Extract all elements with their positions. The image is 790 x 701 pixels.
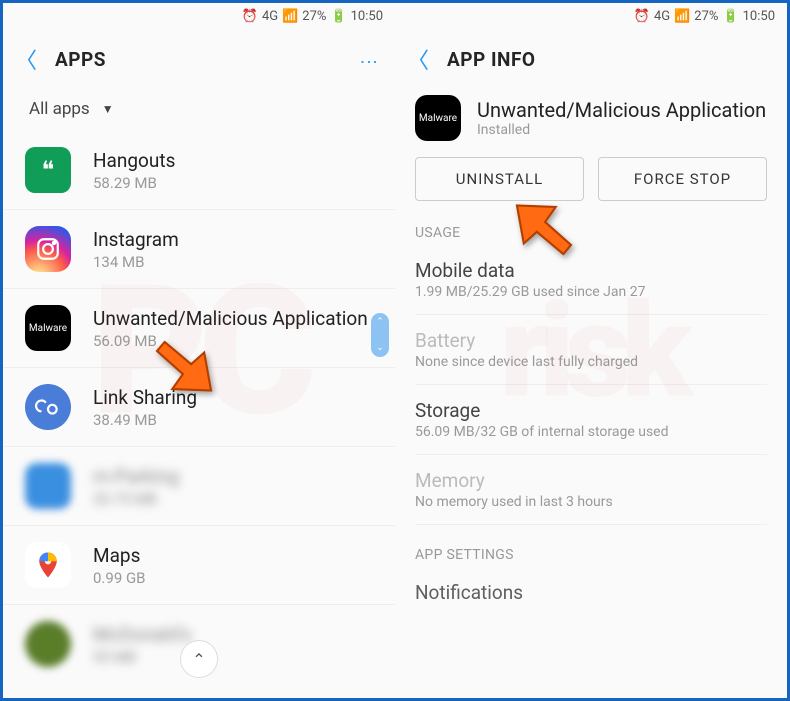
memory-row[interactable]: Memory No memory used in last 3 hours xyxy=(415,455,767,525)
signal-icon: 📶 xyxy=(282,9,298,24)
notifications-row[interactable]: Notifications xyxy=(415,567,767,604)
info-title: Notifications xyxy=(415,581,767,604)
app-size: 56.09 MB xyxy=(93,332,368,350)
chevron-down-icon: ⌄ xyxy=(376,343,384,353)
app-name: Hangouts xyxy=(93,149,175,172)
back-icon[interactable]: 〈 xyxy=(407,43,429,75)
chevron-up-icon: ⌃ xyxy=(192,650,205,669)
battery-row[interactable]: Battery None since device last fully cha… xyxy=(415,315,767,385)
clock: 10:50 xyxy=(743,9,775,24)
status-bar: ⏰ 4G 📶 27% 🔋 10:50 xyxy=(3,3,395,29)
app-row-hangouts[interactable]: ❝ Hangouts 58.29 MB xyxy=(3,131,395,210)
app-name: Unwanted/Malicious Application xyxy=(477,98,766,122)
info-sub: No memory used in last 3 hours xyxy=(415,494,767,510)
app-size: 20.75 MB xyxy=(93,490,179,508)
network-label: 4G xyxy=(262,9,278,24)
action-buttons: UNINSTALL FORCE STOP xyxy=(395,157,787,217)
info-title: Memory xyxy=(415,469,767,492)
maps-icon xyxy=(25,542,71,588)
back-icon[interactable]: 〈 xyxy=(15,43,37,75)
app-settings-label: APP SETTINGS xyxy=(395,539,787,567)
app-status: Installed xyxy=(477,122,766,138)
app-name: Unwanted/Malicious Application xyxy=(93,307,368,330)
scroll-indicator[interactable]: ⌃ ⌄ xyxy=(371,313,389,357)
mobile-data-row[interactable]: Mobile data 1.99 MB/25.29 GB used since … xyxy=(415,245,767,315)
app-size: 58.29 MB xyxy=(93,174,175,192)
app-row-malicious[interactable]: Malware Unwanted/Malicious Application 5… xyxy=(3,289,395,368)
app-row-maps[interactable]: Maps 0.99 GB xyxy=(3,526,395,605)
blurred-app-icon xyxy=(25,621,71,667)
app-row-instagram[interactable]: Instagram 134 MB xyxy=(3,210,395,289)
malware-icon: Malware xyxy=(415,95,461,141)
app-list: ❝ Hangouts 58.29 MB Instagram 134 MB Mal… xyxy=(3,131,395,698)
link-sharing-icon xyxy=(25,384,71,430)
apps-header: 〈 APPS ⋮ xyxy=(3,29,395,89)
info-sub: 1.99 MB/25.29 GB used since Jan 27 xyxy=(415,284,767,300)
hangouts-icon: ❝ xyxy=(25,147,71,193)
app-size: 55 MB xyxy=(93,648,191,666)
filter-label: All apps xyxy=(29,99,90,119)
clock: 10:50 xyxy=(351,9,383,24)
page-title: APP INFO xyxy=(447,48,771,71)
app-name: McDonald's xyxy=(93,623,191,646)
appinfo-header: 〈 APP INFO xyxy=(395,29,787,89)
battery-icon: 🔋 xyxy=(330,9,346,24)
chevron-up-icon: ⌃ xyxy=(376,317,384,327)
alarm-icon: ⏰ xyxy=(242,9,258,24)
app-name: Instagram xyxy=(93,228,179,251)
app-row-blurred[interactable]: m-Parking 20.75 MB xyxy=(3,447,395,526)
apps-list-screen: ⏰ 4G 📶 27% 🔋 10:50 〈 APPS ⋮ All apps ▼ ❝… xyxy=(3,3,395,698)
app-size: 38.49 MB xyxy=(93,411,197,429)
force-stop-button[interactable]: FORCE STOP xyxy=(598,157,767,201)
status-bar: ⏰ 4G 📶 27% 🔋 10:50 xyxy=(395,3,787,29)
page-title: APPS xyxy=(55,48,358,71)
info-sub: 56.09 MB/32 GB of internal storage used xyxy=(415,424,767,440)
app-name: Maps xyxy=(93,544,146,567)
instagram-icon xyxy=(25,226,71,272)
network-label: 4G xyxy=(654,9,670,24)
app-size: 134 MB xyxy=(93,253,179,271)
info-title: Battery xyxy=(415,329,767,352)
app-size: 0.99 GB xyxy=(93,569,146,587)
app-info-screen: ⏰ 4G 📶 27% 🔋 10:50 〈 APP INFO Malware Un… xyxy=(395,3,787,698)
signal-icon: 📶 xyxy=(674,9,690,24)
battery-percent: 27% xyxy=(302,9,326,24)
info-sub: None since device last fully charged xyxy=(415,354,767,370)
chevron-down-icon: ▼ xyxy=(102,102,114,116)
alarm-icon: ⏰ xyxy=(634,9,650,24)
battery-percent: 27% xyxy=(694,9,718,24)
blurred-app-icon xyxy=(25,463,71,509)
storage-row[interactable]: Storage 56.09 MB/32 GB of internal stora… xyxy=(415,385,767,455)
battery-icon: 🔋 xyxy=(722,9,738,24)
info-title: Storage xyxy=(415,399,767,422)
app-header: Malware Unwanted/Malicious Application I… xyxy=(395,89,787,157)
apps-filter-dropdown[interactable]: All apps ▼ xyxy=(3,89,395,131)
app-name: m-Parking xyxy=(93,465,179,488)
info-title: Mobile data xyxy=(415,259,767,282)
app-name: Link Sharing xyxy=(93,386,197,409)
usage-section-label: USAGE xyxy=(395,217,787,245)
scroll-to-top-button[interactable]: ⌃ xyxy=(180,640,218,678)
app-row-linksharing[interactable]: Link Sharing 38.49 MB xyxy=(3,368,395,447)
malware-icon: Malware xyxy=(25,305,71,351)
uninstall-button[interactable]: UNINSTALL xyxy=(415,157,584,201)
more-menu-icon[interactable]: ⋮ xyxy=(358,53,379,66)
